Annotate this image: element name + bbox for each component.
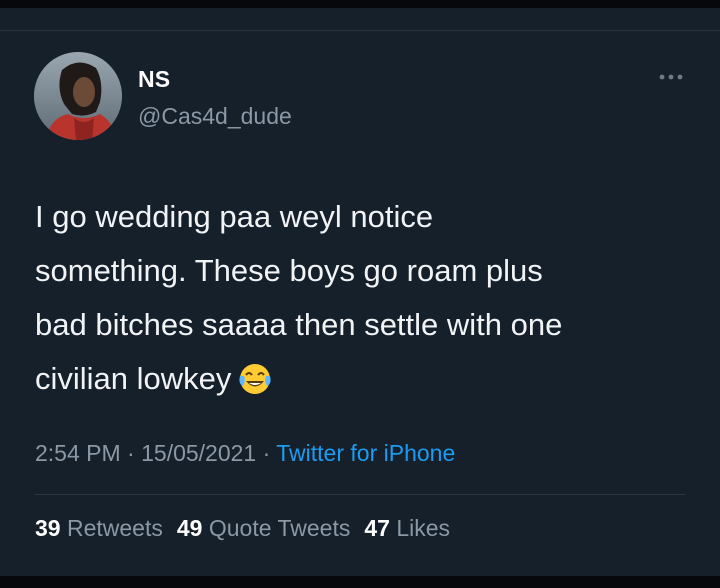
- quote-tweets-stat[interactable]: 49 Quote Tweets: [177, 515, 350, 541]
- face-with-tears-of-joy-icon: [237, 359, 273, 394]
- user-handle[interactable]: @Cas4d_dude: [138, 103, 292, 130]
- avatar[interactable]: [34, 52, 122, 140]
- retweets-count: 39: [35, 515, 61, 541]
- more-options-icon[interactable]: [654, 70, 688, 84]
- likes-stat[interactable]: 47 Likes: [364, 515, 450, 541]
- tweet-date[interactable]: 15/05/2021: [141, 440, 256, 466]
- meta-divider: [35, 494, 685, 495]
- engagement-stats: 39 Retweets 49 Quote Tweets 47 Likes: [35, 515, 450, 542]
- tweet-body: I go wedding paa weyl notice something. …: [35, 199, 563, 396]
- meta-separator: ·: [262, 440, 271, 466]
- retweets-label: Retweets: [66, 515, 163, 541]
- likes-count: 47: [364, 515, 390, 541]
- tweet-time[interactable]: 2:54 PM: [35, 440, 121, 466]
- tweet-text: I go wedding paa weyl notice something. …: [35, 190, 695, 406]
- likes-label: Likes: [396, 515, 451, 541]
- display-name[interactable]: NS: [138, 66, 170, 93]
- retweets-stat[interactable]: 39 Retweets: [35, 515, 163, 541]
- tweet-source-link[interactable]: Twitter for iPhone: [276, 440, 455, 466]
- quote-tweets-label: Quote Tweets: [208, 515, 351, 541]
- meta-separator: ·: [127, 440, 135, 466]
- top-divider: [0, 30, 720, 31]
- top-bar: [0, 0, 720, 8]
- quote-tweets-count: 49: [176, 515, 203, 541]
- tweet-meta: 2:54 PM · 15/05/2021 · Twitter for iPhon…: [35, 440, 455, 467]
- bottom-bar: [0, 576, 720, 588]
- tweet-card: NS @Cas4d_dude I go wedding paa weyl not…: [0, 0, 720, 588]
